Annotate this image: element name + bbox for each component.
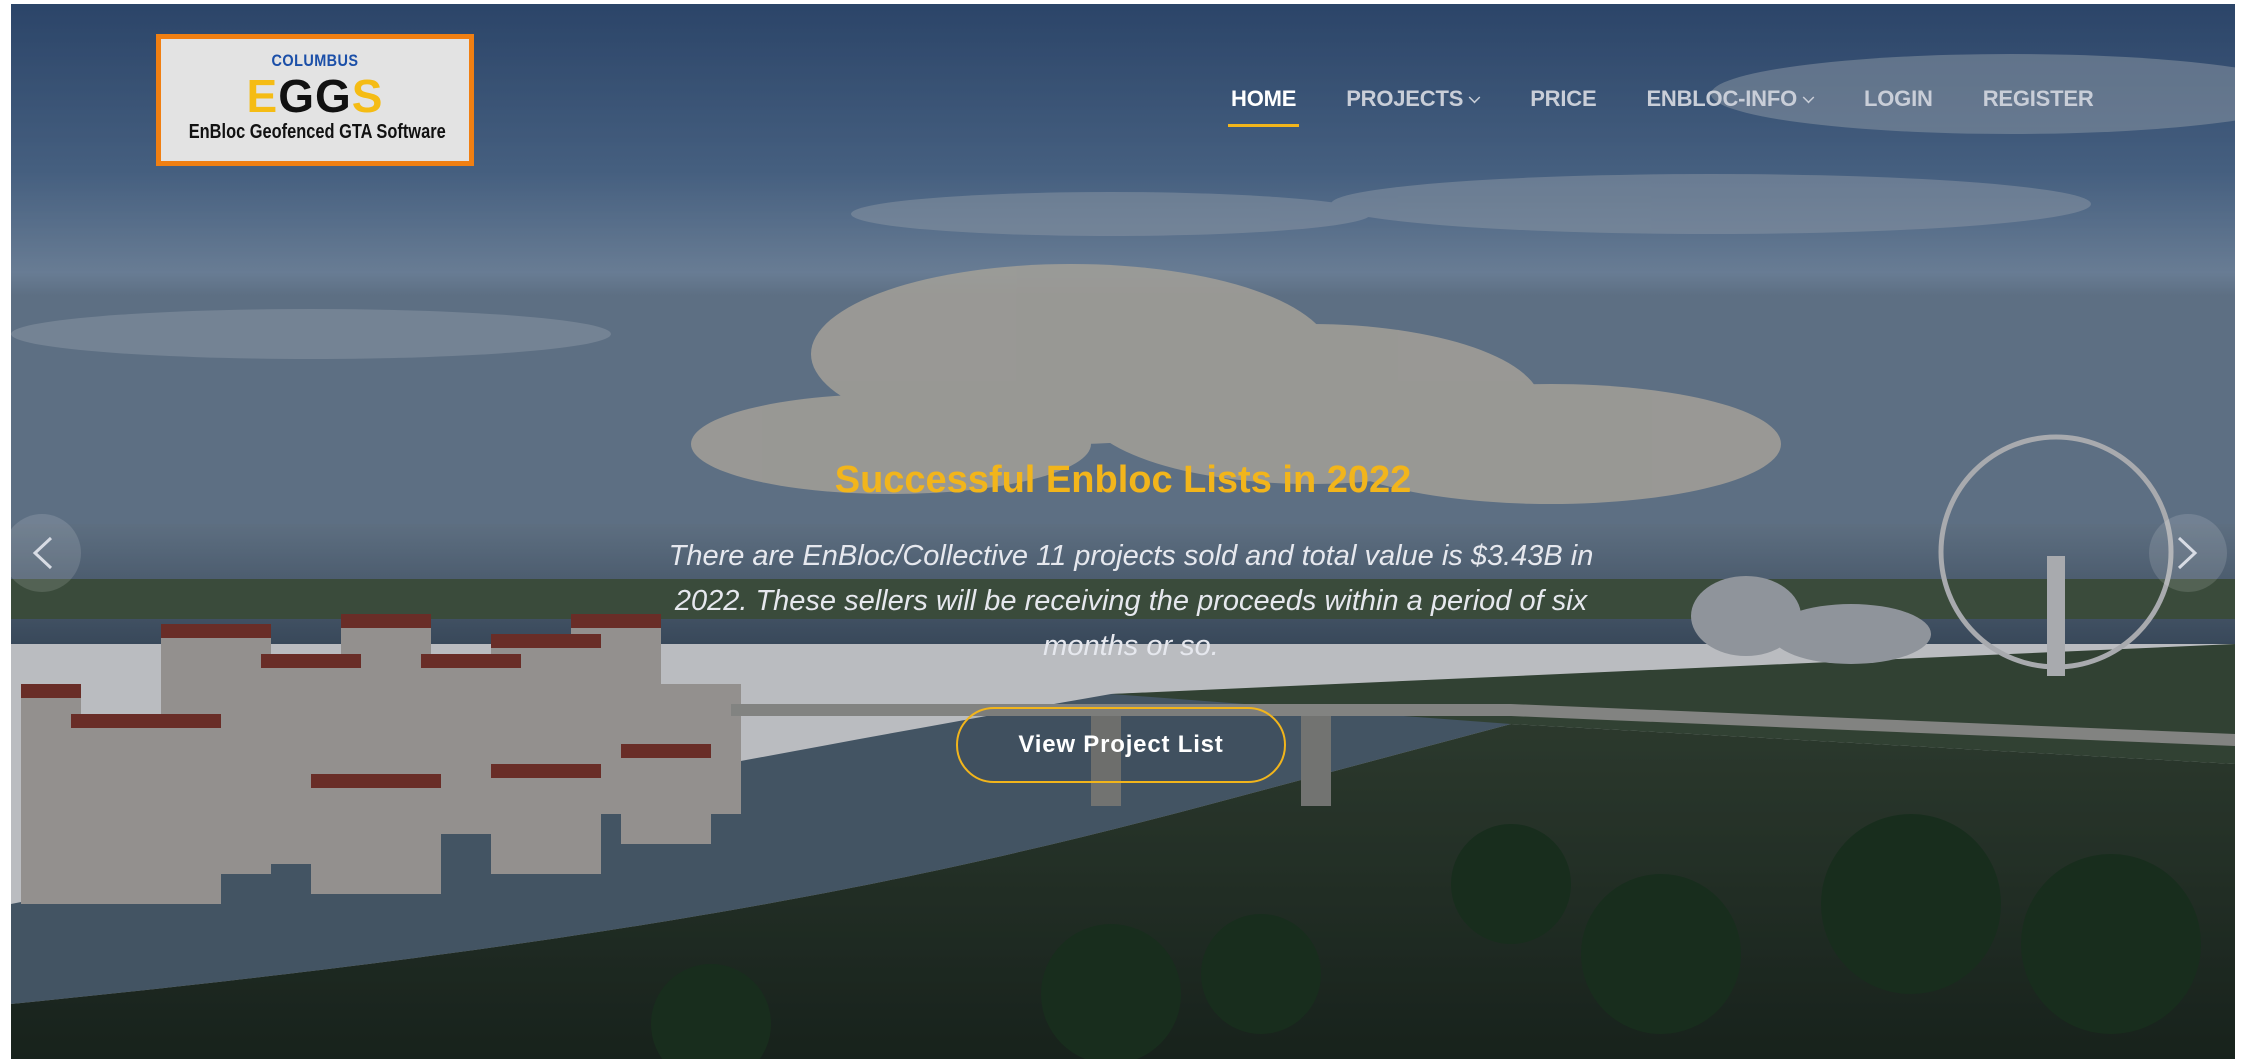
chevron-down-icon [1468, 91, 1481, 104]
logo-eggs-gg: GG [278, 70, 352, 122]
nav-price-label: PRICE [1530, 86, 1597, 111]
nav-login[interactable]: LOGIN [1864, 86, 1933, 112]
main-nav: HOME PROJECTS PRICE ENBLOC-INFO LOGIN RE… [1227, 86, 2144, 127]
nav-enbloc-info[interactable]: ENBLOC-INFO [1646, 86, 1815, 112]
nav-register[interactable]: REGISTER [1983, 86, 2094, 112]
nav-price[interactable]: PRICE [1530, 86, 1596, 112]
hero-title: Successful Enbloc Lists in 2022 [834, 459, 1412, 501]
carousel-next-button[interactable] [2149, 514, 2227, 592]
chevron-down-icon [1802, 91, 1815, 104]
view-project-list-button[interactable]: View Project List [956, 707, 1286, 783]
hero-description: There are EnBloc/Collective 11 projects … [668, 540, 1594, 662]
nav-projects[interactable]: PROJECTS [1346, 86, 1481, 112]
logo-columbus-text: COLUMBUS [271, 51, 359, 70]
logo-eggs-e: E [246, 70, 279, 122]
nav-home-label: HOME [1231, 86, 1297, 111]
chevron-right-icon [2177, 536, 2198, 570]
nav-login-label: LOGIN [1864, 86, 1933, 111]
nav-enbloc-info-label: ENBLOC-INFO [1646, 86, 1798, 111]
nav-home[interactable]: HOME [1227, 86, 1300, 127]
logo-eggs-text: EGGS [161, 71, 469, 121]
logo-tagline: EnBloc Geofenced GTA Software [188, 121, 446, 143]
logo-eggs-s: S [351, 70, 384, 122]
page: COLUMBUS EGGS EnBloc Geofenced GTA Softw… [11, 4, 2235, 1059]
site-logo[interactable]: COLUMBUS EGGS EnBloc Geofenced GTA Softw… [156, 34, 474, 166]
carousel-prev-button[interactable] [11, 514, 81, 592]
nav-projects-label: PROJECTS [1346, 86, 1464, 111]
chevron-left-icon [32, 536, 53, 570]
nav-register-label: REGISTER [1982, 86, 2094, 111]
